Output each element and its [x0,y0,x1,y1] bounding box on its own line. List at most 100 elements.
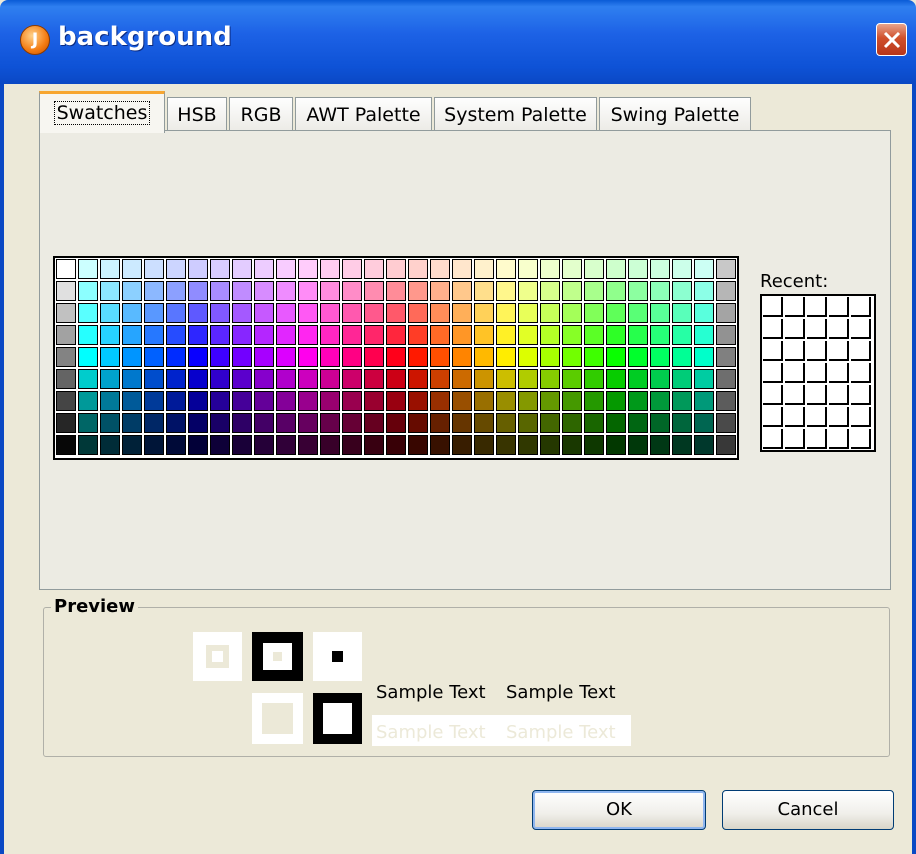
color-swatch[interactable] [254,303,274,323]
color-swatch[interactable] [342,391,362,411]
color-swatch[interactable] [716,325,736,345]
color-swatch[interactable] [364,281,384,301]
color-swatch[interactable] [452,347,472,367]
color-swatch[interactable] [122,281,142,301]
recent-color-swatch[interactable] [851,319,871,339]
color-swatch[interactable] [408,413,428,433]
color-swatch[interactable] [716,259,736,279]
color-swatch[interactable] [56,303,76,323]
recent-color-swatch[interactable] [829,407,849,427]
tab-swatches[interactable]: Swatches [39,91,165,133]
color-swatch[interactable] [562,347,582,367]
color-swatch[interactable] [606,347,626,367]
color-swatch[interactable] [496,435,516,455]
color-swatch[interactable] [650,281,670,301]
color-swatch[interactable] [210,435,230,455]
color-swatch[interactable] [408,303,428,323]
color-swatch[interactable] [56,259,76,279]
color-swatch[interactable] [166,325,186,345]
color-swatch[interactable] [100,281,120,301]
color-swatch[interactable] [210,391,230,411]
color-swatch[interactable] [584,303,604,323]
color-swatch[interactable] [628,281,648,301]
recent-color-swatch[interactable] [807,297,827,317]
color-swatch[interactable] [276,369,296,389]
color-swatch[interactable] [320,325,340,345]
color-swatch[interactable] [474,413,494,433]
color-swatch[interactable] [672,347,692,367]
color-swatch[interactable] [166,369,186,389]
color-swatch[interactable] [408,369,428,389]
color-swatch[interactable] [232,325,252,345]
color-swatch[interactable] [562,369,582,389]
recent-color-swatch[interactable] [851,341,871,361]
tab-rgb[interactable]: RGB [229,97,293,131]
color-swatch[interactable] [716,391,736,411]
color-swatch[interactable] [716,435,736,455]
color-swatch[interactable] [276,435,296,455]
color-swatch[interactable] [100,259,120,279]
color-swatch[interactable] [210,303,230,323]
color-swatch[interactable] [408,435,428,455]
color-swatch[interactable] [716,347,736,367]
color-swatch[interactable] [166,303,186,323]
color-swatch[interactable] [144,391,164,411]
color-swatch[interactable] [584,391,604,411]
color-swatch[interactable] [364,259,384,279]
color-swatch[interactable] [562,435,582,455]
recent-color-swatch[interactable] [829,385,849,405]
color-swatch[interactable] [188,435,208,455]
color-swatch[interactable] [584,369,604,389]
color-swatch[interactable] [78,281,98,301]
color-swatch[interactable] [254,325,274,345]
recent-color-swatch[interactable] [763,385,783,405]
color-swatch[interactable] [474,391,494,411]
color-swatch[interactable] [188,413,208,433]
color-swatch[interactable] [122,303,142,323]
color-swatch[interactable] [672,259,692,279]
color-swatch[interactable] [496,413,516,433]
color-swatch[interactable] [518,281,538,301]
color-swatch[interactable] [364,413,384,433]
color-swatch[interactable] [320,413,340,433]
color-swatch[interactable] [452,325,472,345]
color-swatch[interactable] [122,413,142,433]
color-swatch[interactable] [430,435,450,455]
color-swatch[interactable] [364,347,384,367]
color-swatch[interactable] [650,347,670,367]
color-swatch[interactable] [628,391,648,411]
color-swatch[interactable] [584,281,604,301]
color-swatch[interactable] [540,259,560,279]
recent-color-swatch[interactable] [785,407,805,427]
recent-color-swatch[interactable] [829,429,849,449]
color-swatch[interactable] [650,325,670,345]
color-swatch[interactable] [188,325,208,345]
color-swatch[interactable] [122,259,142,279]
recent-color-swatch[interactable] [785,363,805,383]
color-swatch[interactable] [562,259,582,279]
color-swatch[interactable] [430,281,450,301]
color-swatch[interactable] [342,281,362,301]
color-swatch[interactable] [144,325,164,345]
recent-color-swatch[interactable] [807,429,827,449]
color-swatch[interactable] [298,391,318,411]
close-button[interactable] [876,23,907,56]
color-swatch[interactable] [364,303,384,323]
color-swatch[interactable] [672,391,692,411]
color-swatch[interactable] [606,303,626,323]
color-swatch[interactable] [100,369,120,389]
color-swatch[interactable] [562,281,582,301]
recent-color-swatch[interactable] [763,319,783,339]
color-swatch[interactable] [210,413,230,433]
recent-color-swatch[interactable] [829,341,849,361]
color-swatch[interactable] [430,391,450,411]
color-swatch[interactable] [474,369,494,389]
color-swatch[interactable] [78,303,98,323]
color-swatch[interactable] [144,435,164,455]
color-swatch[interactable] [320,281,340,301]
color-swatch[interactable] [540,413,560,433]
color-swatch[interactable] [584,413,604,433]
color-swatch[interactable] [584,347,604,367]
color-swatch[interactable] [254,435,274,455]
tab-awt-palette[interactable]: AWT Palette [295,97,432,131]
